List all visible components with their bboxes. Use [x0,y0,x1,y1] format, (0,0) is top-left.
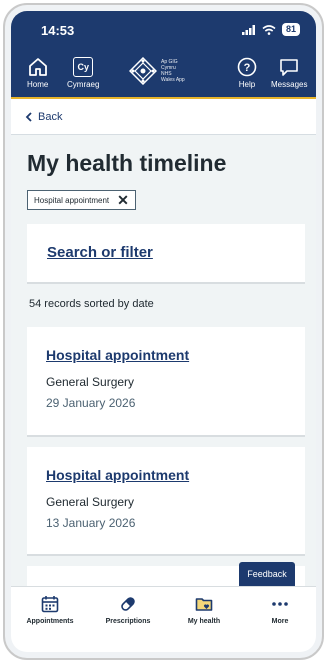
cymraeg-icon: Cy [73,57,94,77]
pill-icon [121,597,135,611]
more-dots-icon [272,602,288,606]
home-button[interactable]: Home [27,57,48,89]
tab-appointments[interactable]: Appointments [15,595,85,625]
svg-text:?: ? [244,62,251,74]
tab-label: My health [187,618,221,625]
feedback-button[interactable]: Feedback [239,562,295,586]
nhs-wales-logo: Ap GIG Cymru NHS Wales App [129,57,185,85]
page-title: My health timeline [27,150,227,176]
app-header: 14:53 81 Home Cy Cymraeg Ap GIG Cymru NH… [11,11,316,99]
tab-label: Prescriptions [105,618,151,625]
back-link[interactable]: Back [25,111,62,123]
records-summary: 54 records sorted by date [29,298,154,310]
logo-text: Ap GIG Cymru NHS Wales App [161,59,185,83]
status-time: 14:53 [41,23,75,38]
record-card: Hospital appointment General Surgery 13 … [27,447,305,554]
status-icons: 81 [241,23,300,36]
record-title-link[interactable]: Hospital appointment [46,467,189,483]
help-icon: ? [237,57,257,77]
close-icon[interactable]: ✕ [117,193,129,207]
help-button[interactable]: ? Help [237,57,257,89]
record-card: Hospital appointment General Surgery 29 … [27,327,305,435]
chevron-left-icon [25,112,32,122]
cymraeg-button[interactable]: Cy Cymraeg [67,57,99,89]
logo-emblem-icon [129,57,157,85]
back-bar: Back [11,99,316,135]
tab-prescriptions[interactable]: Prescriptions [93,595,163,625]
battery-indicator: 81 [281,23,300,36]
phone-frame: 14:53 81 Home Cy Cymraeg Ap GIG Cymru NH… [3,3,324,660]
message-icon [280,59,299,76]
tab-label: Appointments [26,618,74,625]
logo-line: Wales App [161,77,185,83]
active-filter-chip[interactable]: Hospital appointment ✕ [27,190,136,210]
record-specialty: General Surgery [46,495,135,509]
help-label: Help [238,80,256,89]
record-specialty: General Surgery [46,375,135,389]
wifi-icon [262,24,276,35]
search-card: Search or filter [27,224,305,282]
tab-label: More [271,618,289,625]
back-label: Back [38,111,63,123]
bottom-nav: Appointments Prescriptions My health Mor… [11,586,316,652]
calendar-icon [41,596,59,613]
home-label: Home [27,80,49,89]
search-or-filter-link[interactable]: Search or filter [47,244,153,261]
record-date: 29 January 2026 [46,396,136,410]
record-date: 13 January 2026 [46,516,136,530]
home-icon [28,58,47,76]
cymraeg-label: Cymraeg [67,80,100,89]
filter-chip-label: Hospital appointment [34,195,110,205]
record-title-link[interactable]: Hospital appointment [46,347,189,363]
folder-heart-icon [195,598,213,611]
messages-label: Messages [271,80,308,89]
tab-my-health[interactable]: My health [169,595,239,625]
signal-icon [241,24,255,35]
messages-button[interactable]: Messages [271,57,307,89]
app-screen: 14:53 81 Home Cy Cymraeg Ap GIG Cymru NH… [11,11,316,652]
tab-more[interactable]: More [245,595,315,625]
